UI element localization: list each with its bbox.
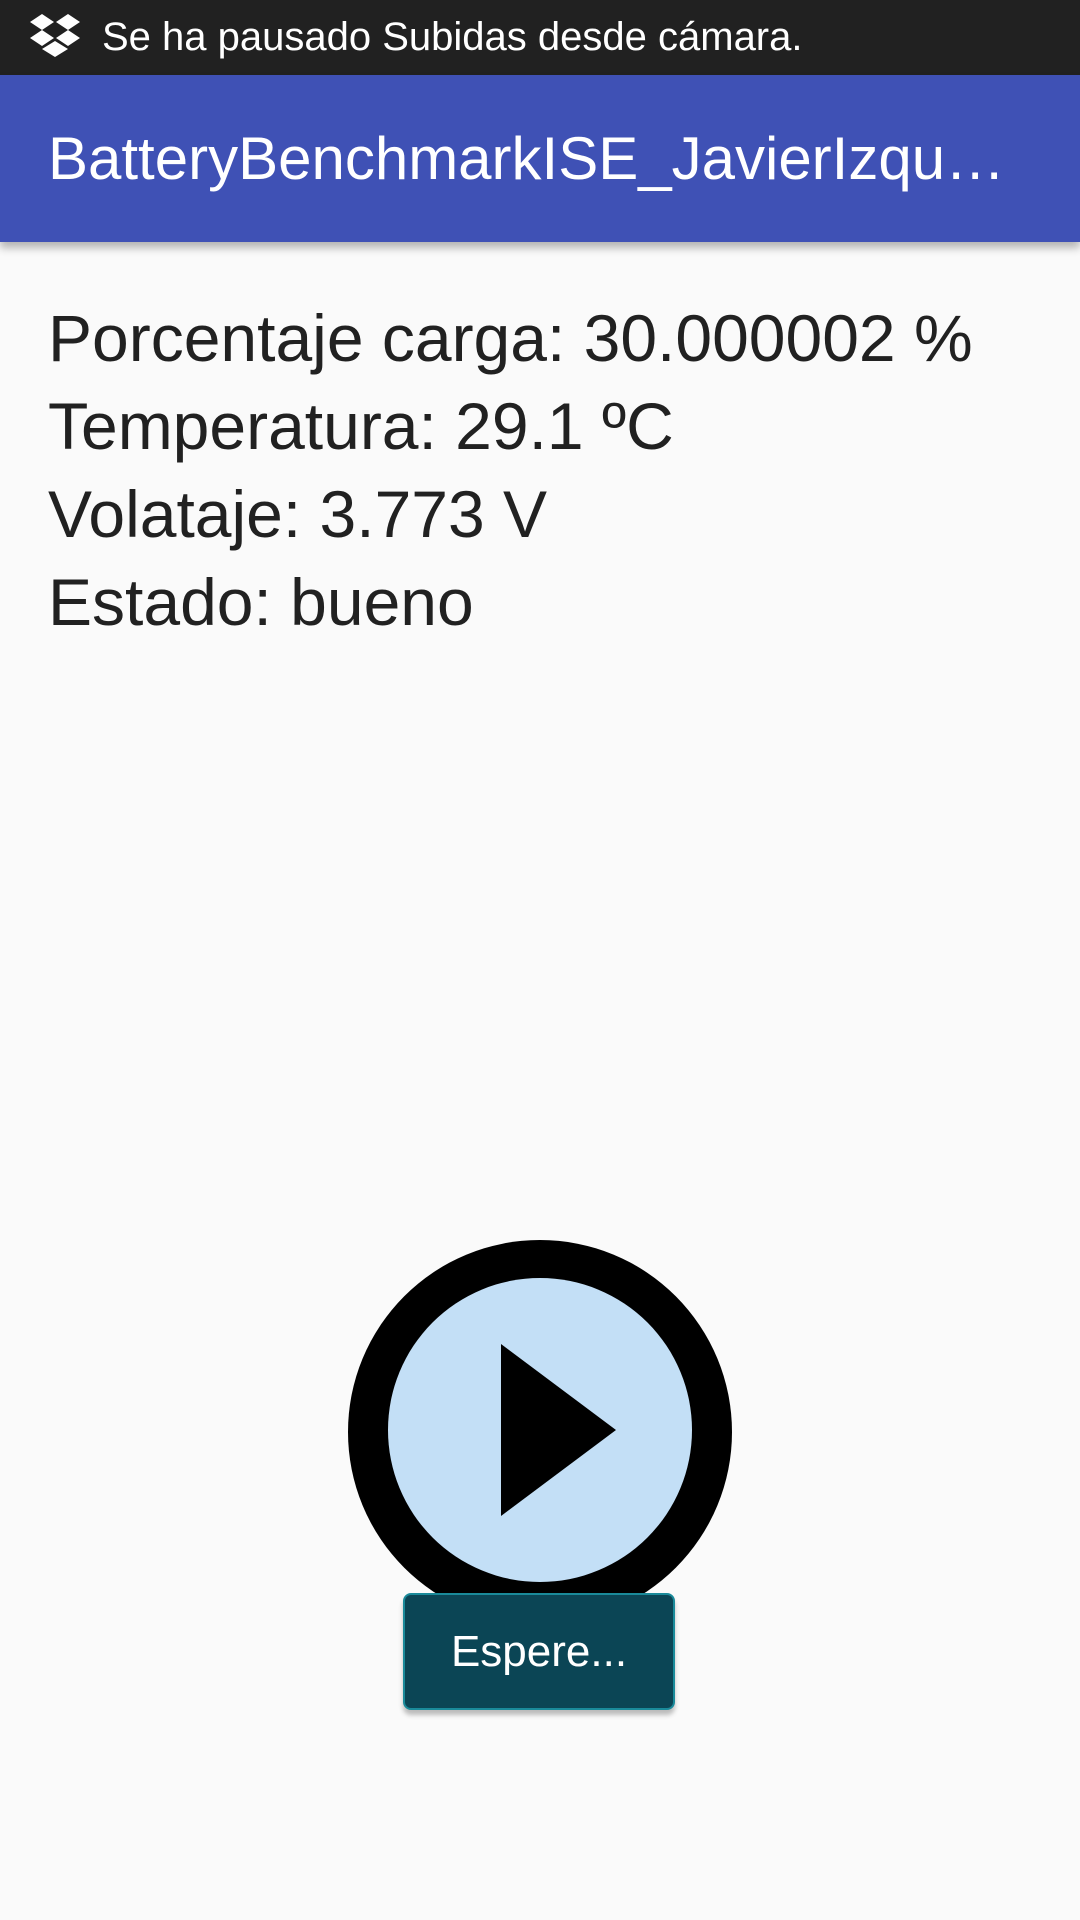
state-text: Estado: bueno	[48, 565, 474, 639]
play-button[interactable]	[348, 1240, 732, 1624]
app-bar: BatteryBenchmarkISE_JavierIzquierdo	[0, 75, 1080, 242]
temperature-text: Temperatura: 29.1 ºC	[48, 389, 674, 463]
play-icon	[348, 1240, 732, 1624]
notification-text: Se ha pausado Subidas desde cámara.	[102, 15, 803, 59]
battery-stats: Porcentaje carga: 30.000002 % Temperatur…	[48, 298, 1048, 650]
charge-percentage-text: Porcentaje carga: 30.000002 %	[48, 301, 973, 375]
app-title: BatteryBenchmarkISE_JavierIzquierdo	[48, 125, 1008, 192]
dropbox-icon	[28, 12, 82, 62]
voltage-text: Volataje: 3.773 V	[48, 477, 548, 551]
wait-button[interactable]: Espere...	[403, 1593, 675, 1710]
status-bar: Se ha pausado Subidas desde cámara.	[0, 0, 1080, 75]
